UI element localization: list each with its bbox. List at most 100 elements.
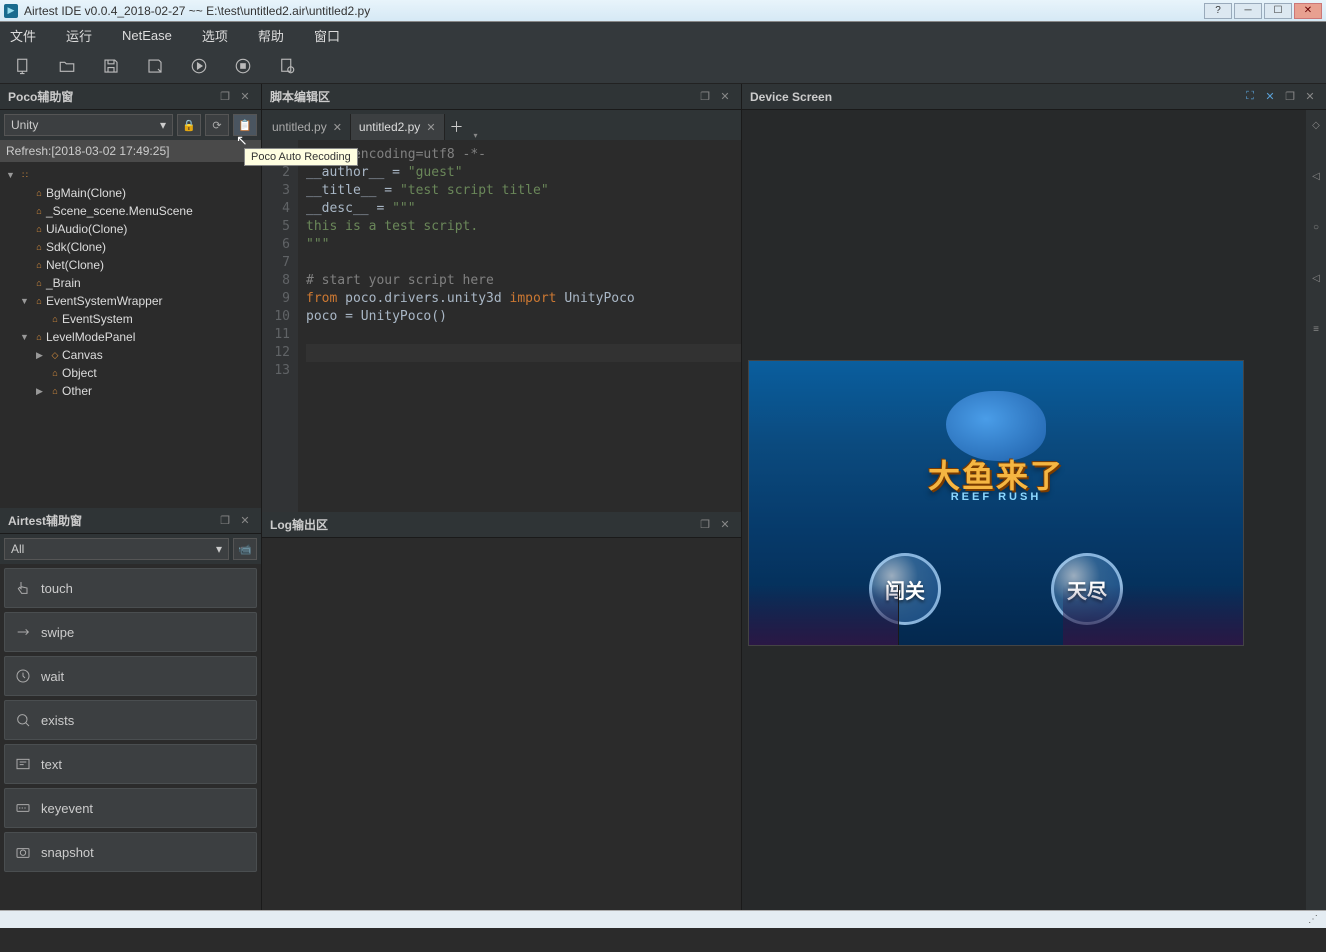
status-bar: ⋰ xyxy=(0,910,1326,928)
action-snapshot[interactable]: snapshot xyxy=(4,832,257,872)
device-side-btn[interactable]: ◁ xyxy=(1312,273,1320,284)
new-file-button[interactable] xyxy=(12,55,34,77)
menu-file[interactable]: 文件 xyxy=(10,26,36,45)
menu-options[interactable]: 选项 xyxy=(202,26,228,45)
device-panel-title: Device Screen xyxy=(750,90,1238,104)
tree-node[interactable]: ⌂EventSystem xyxy=(0,310,261,328)
device-body: 大鱼来了 REEF RUSH 闯关 天尽 ◇ ◁ ○ ◁ ≡ xyxy=(742,110,1326,910)
open-file-button[interactable] xyxy=(56,55,78,77)
tree-node[interactable]: ⌂UiAudio(Clone) xyxy=(0,220,261,238)
poco-refresh-button[interactable]: ⟳ xyxy=(205,114,229,136)
action-wait[interactable]: wait xyxy=(4,656,257,696)
device-side-btn[interactable]: ◁ xyxy=(1312,171,1320,182)
airtest-panel-float-icon[interactable]: ❐ xyxy=(217,513,233,529)
device-side-btn[interactable]: ◇ xyxy=(1312,120,1320,131)
action-text[interactable]: text xyxy=(4,744,257,784)
log-panel-float-icon[interactable]: ❐ xyxy=(697,517,713,533)
tree-node[interactable]: ⌂Object xyxy=(0,364,261,382)
menu-netease[interactable]: NetEase xyxy=(122,28,172,43)
tab-dropdown-icon[interactable]: ▾ xyxy=(469,131,483,140)
poco-panel-float-icon[interactable]: ❐ xyxy=(217,89,233,105)
poco-toolbar: Unity▾ 🔒 ⟳ 📋 xyxy=(0,110,261,140)
main-toolbar xyxy=(0,48,1326,84)
poco-panel-header: Poco辅助窗 ❐ ✕ xyxy=(0,84,261,110)
tab-close-icon[interactable]: ✕ xyxy=(333,121,342,134)
device-panel-float-icon[interactable]: ❐ xyxy=(1282,89,1298,105)
tree-node[interactable]: ⌂_Brain xyxy=(0,274,261,292)
chevron-down-icon: ▾ xyxy=(216,542,222,556)
poco-tree: ▼∷⌂BgMain(Clone)⌂_Scene_scene.MenuScene⌂… xyxy=(0,162,261,508)
tab-untitled-py[interactable]: untitled.py ✕ xyxy=(264,114,351,140)
menu-help[interactable]: 帮助 xyxy=(258,26,284,45)
resize-grip-icon[interactable]: ⋰ xyxy=(1308,914,1318,925)
window-minimize-button[interactable]: ─ xyxy=(1234,3,1262,19)
poco-framework-select[interactable]: Unity ▾ xyxy=(4,114,173,136)
tab-untitled2-py[interactable]: untitled2.py ✕ xyxy=(351,114,445,140)
tooltip: Poco Auto Recoding xyxy=(244,148,358,166)
tree-node[interactable]: ▼⌂EventSystemWrapper xyxy=(0,292,261,310)
device-panel-header: Device Screen ⛶ ✕ ❐ ✕ xyxy=(742,84,1326,110)
airtest-panel-close-icon[interactable]: ✕ xyxy=(237,513,253,529)
window-close-button[interactable]: ✕ xyxy=(1294,3,1322,19)
window-titlebar: ▶ Airtest IDE v0.0.4_2018-02-27 ~~ E:\te… xyxy=(0,0,1326,22)
tab-add-button[interactable]: ＋ xyxy=(445,114,469,140)
tree-node[interactable]: ⌂BgMain(Clone) xyxy=(0,184,261,202)
poco-panel-close-icon[interactable]: ✕ xyxy=(237,89,253,105)
action-touch[interactable]: touch xyxy=(4,568,257,608)
window-help-button[interactable]: ? xyxy=(1204,3,1232,19)
tree-node[interactable]: ▼⌂LevelModePanel xyxy=(0,328,261,346)
editor-panel-header: 脚本编辑区 ❐ ✕ xyxy=(262,84,741,110)
airtest-record-button[interactable]: 📹 xyxy=(233,538,257,560)
editor-tabs: untitled.py ✕ untitled2.py ✕ ＋ ▾ xyxy=(262,110,741,140)
poco-refresh-status: Refresh:[2018-03-02 17:49:25] xyxy=(0,140,261,162)
tree-node[interactable]: ⌂Net(Clone) xyxy=(0,256,261,274)
device-side-btn[interactable]: ○ xyxy=(1313,222,1319,233)
editor-panel-float-icon[interactable]: ❐ xyxy=(697,89,713,105)
save-file-button[interactable] xyxy=(100,55,122,77)
menu-window[interactable]: 窗口 xyxy=(314,26,340,45)
tree-node[interactable]: ⌂Sdk(Clone) xyxy=(0,238,261,256)
editor-gutter: 12345678910111213 xyxy=(262,140,298,512)
action-swipe[interactable]: swipe xyxy=(4,612,257,652)
log-panel-header: Log输出区 ❐ ✕ xyxy=(262,512,741,538)
game-subtitle: REEF RUSH xyxy=(951,491,1042,503)
chevron-down-icon: ▾ xyxy=(160,118,166,132)
tree-node[interactable]: ▼∷ xyxy=(0,166,261,184)
window-maximize-button[interactable]: ☐ xyxy=(1264,3,1292,19)
menu-bar: 文件 运行 NetEase 选项 帮助 窗口 xyxy=(0,22,1326,48)
app-logo-icon: ▶ xyxy=(4,4,18,18)
tree-node[interactable]: ⌂_Scene_scene.MenuScene xyxy=(0,202,261,220)
airtest-panel-header: Airtest辅助窗 ❐ ✕ xyxy=(0,508,261,534)
menu-run[interactable]: 运行 xyxy=(66,26,92,45)
device-rotate-icon[interactable]: ⛶ xyxy=(1242,89,1258,105)
poco-lock-button[interactable]: 🔒 xyxy=(177,114,201,136)
run-button[interactable] xyxy=(188,55,210,77)
save-as-button[interactable] xyxy=(144,55,166,77)
tree-node[interactable]: ▶⌂Other xyxy=(0,382,261,400)
stop-button[interactable] xyxy=(232,55,254,77)
airtest-panel-title: Airtest辅助窗 xyxy=(8,512,213,529)
editor-panel-close-icon[interactable]: ✕ xyxy=(717,89,733,105)
device-panel-close-icon[interactable]: ✕ xyxy=(1302,89,1318,105)
device-tools-icon[interactable]: ✕ xyxy=(1262,89,1278,105)
coral-decoration xyxy=(1063,585,1243,645)
log-panel-close-icon[interactable]: ✕ xyxy=(717,517,733,533)
tab-label: untitled2.py xyxy=(359,120,420,134)
device-side-btn[interactable]: ≡ xyxy=(1313,324,1319,335)
coral-decoration xyxy=(749,585,899,645)
action-exists[interactable]: exists xyxy=(4,700,257,740)
poco-framework-value: Unity xyxy=(11,118,38,132)
editor-code[interactable]: # -*- encoding=utf8 -*-__author__ = "gue… xyxy=(298,140,741,512)
device-screen-canvas[interactable]: 大鱼来了 REEF RUSH 闯关 天尽 xyxy=(748,360,1244,646)
window-title: Airtest IDE v0.0.4_2018-02-27 ~~ E:\test… xyxy=(24,4,1204,18)
tab-close-icon[interactable]: ✕ xyxy=(426,121,435,134)
code-editor[interactable]: 12345678910111213 # -*- encoding=utf8 -*… xyxy=(262,140,741,512)
log-panel-title: Log输出区 xyxy=(270,516,693,533)
tab-label: untitled.py xyxy=(272,120,327,134)
airtest-action-list: touchswipewaitexiststextkeyeventsnapshot xyxy=(0,564,261,910)
tree-node[interactable]: ▶◇Canvas xyxy=(0,346,261,364)
device-side-toolbar: ◇ ◁ ○ ◁ ≡ xyxy=(1306,110,1326,910)
action-keyevent[interactable]: keyevent xyxy=(4,788,257,828)
report-button[interactable] xyxy=(276,55,298,77)
airtest-filter-select[interactable]: All▾ xyxy=(4,538,229,560)
